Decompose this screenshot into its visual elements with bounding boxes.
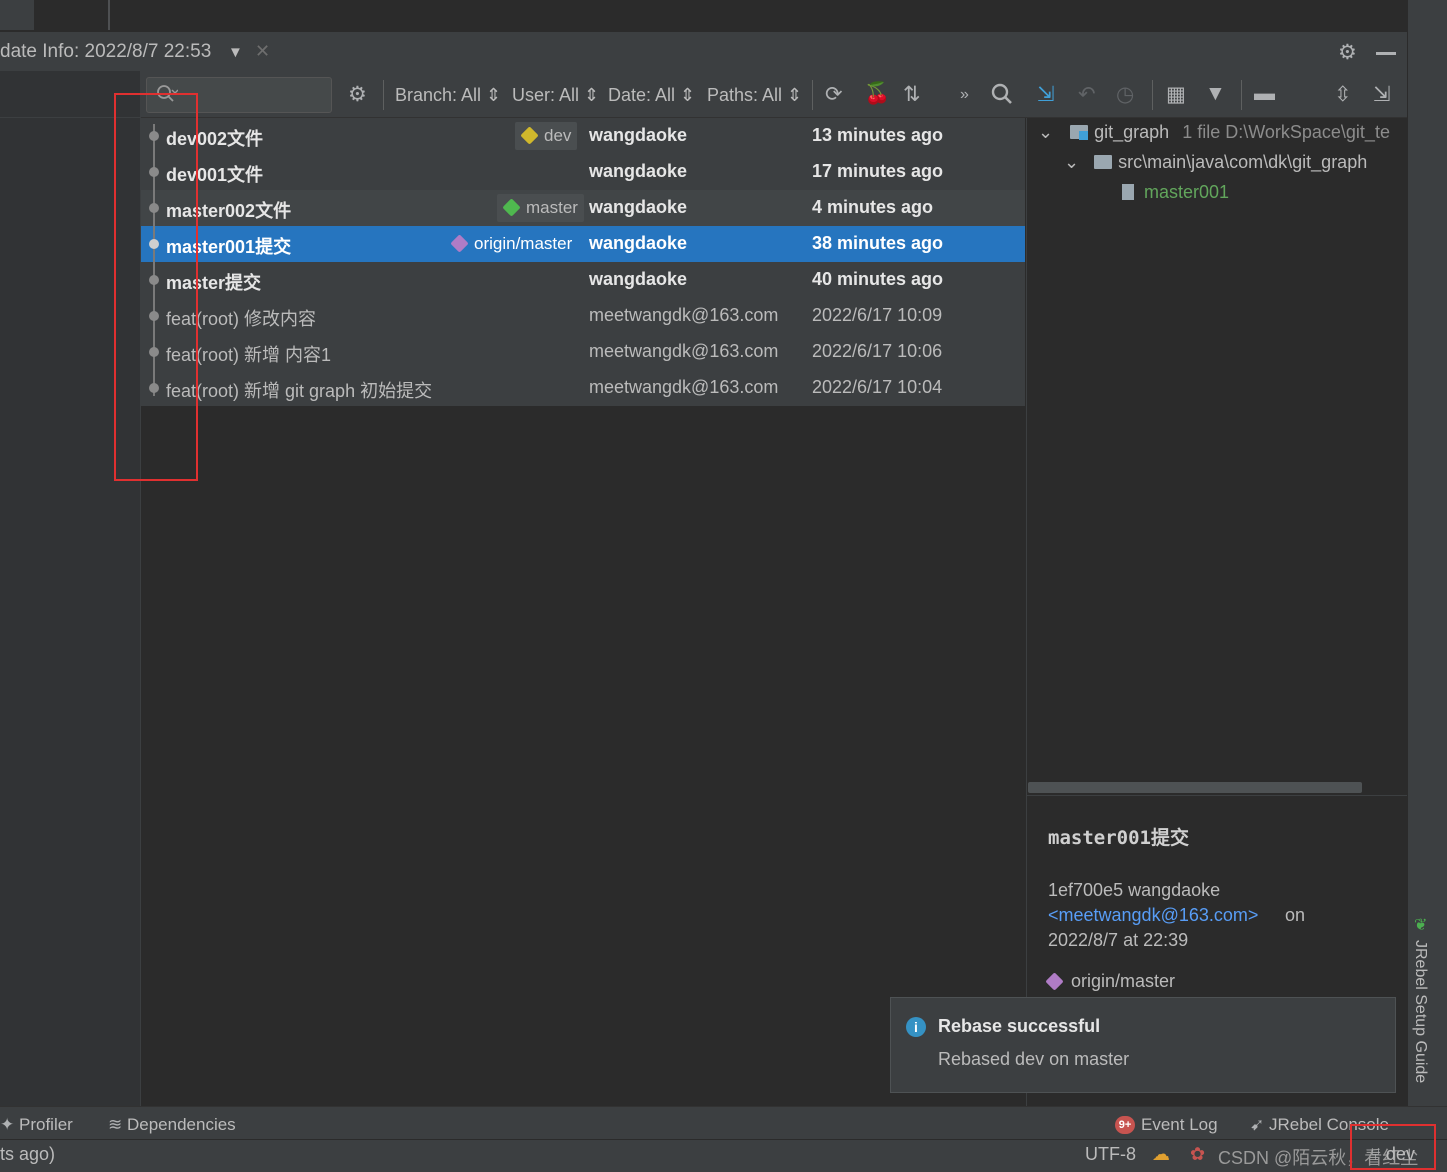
divider: [1152, 80, 1153, 110]
history-icon: ◷: [1116, 83, 1135, 106]
branch-tag: master: [497, 194, 584, 222]
settings-icon[interactable]: ⚙: [348, 82, 367, 107]
divider: [1241, 80, 1242, 110]
expand-all-icon[interactable]: ⇳: [1334, 82, 1352, 107]
event-log-tab[interactable]: Event Log: [1141, 1115, 1218, 1135]
close-icon[interactable]: ✕: [255, 41, 270, 62]
commit-author: wangdaoke: [589, 125, 688, 145]
commit-hash-author: 1ef700e5 wangdaoke: [1048, 880, 1221, 900]
jrebel-icon: ➹: [1250, 1115, 1265, 1134]
tree-package[interactable]: ⌄ src\main\java\com\dk\git_graph: [1064, 152, 1367, 173]
info-icon: i: [906, 1017, 926, 1037]
user-filter[interactable]: User: All ⇕: [512, 85, 599, 106]
collapse-all-icon[interactable]: ⇲: [1373, 82, 1391, 107]
plugin-icon[interactable]: ✿: [1190, 1144, 1205, 1165]
divider: [383, 80, 384, 110]
refresh-icon[interactable]: ⟳: [825, 82, 843, 107]
search-icon[interactable]: [990, 82, 1014, 112]
encoding-widget[interactable]: UTF-8: [1085, 1144, 1136, 1165]
module-folder-icon: [1070, 125, 1089, 140]
group-by-icon[interactable]: ▦: [1166, 82, 1186, 107]
commit-author: wangdaoke: [589, 161, 688, 181]
table-row[interactable]: dev002文件 dev wangdaoke 13 minutes ago: [141, 118, 1025, 154]
commit-date: 2022/6/17 10:09: [812, 305, 943, 325]
cloud-icon[interactable]: ☁: [1152, 1144, 1170, 1165]
commit-date: 40 minutes ago: [812, 269, 944, 289]
gear-icon[interactable]: ⚙: [1338, 40, 1357, 65]
divider: [812, 80, 813, 110]
tag-icon: [502, 198, 521, 217]
event-log-badge: 9+: [1115, 1116, 1135, 1134]
chevron-down-icon[interactable]: ⌄: [1064, 152, 1079, 172]
commit-author: meetwangdk@163.com: [589, 341, 779, 361]
commit-details-date: 2022/8/7 at 22:39: [1048, 930, 1189, 950]
tag-icon: [450, 234, 469, 253]
commit-author: wangdaoke: [589, 233, 688, 253]
table-row[interactable]: feat(root) 新增 git graph 初始提交 meetwangdk@…: [141, 370, 1025, 406]
profiler-tab[interactable]: ✦ Profiler: [0, 1115, 73, 1135]
commit-date: 38 minutes ago: [812, 233, 944, 253]
editor-tab-strip: [0, 0, 1407, 33]
tag-icon: [520, 126, 539, 145]
more-icon[interactable]: »: [960, 86, 969, 104]
merge-icon[interactable]: ⇲: [1037, 82, 1055, 107]
commit-date: 17 minutes ago: [812, 161, 944, 181]
commit-date: 13 minutes ago: [812, 125, 944, 145]
file-icon: [1122, 184, 1134, 200]
dependencies-tab[interactable]: ≋ Dependencies: [108, 1115, 236, 1135]
paths-filter[interactable]: Paths: All ⇕: [707, 85, 802, 106]
table-row[interactable]: feat(root) 新增 内容1 meetwangdk@163.com 202…: [141, 334, 1025, 370]
commit-details-title: master001提交: [1048, 827, 1189, 849]
commit-author: meetwangdk@163.com: [589, 305, 779, 325]
editor-tab[interactable]: [0, 0, 34, 30]
divider: [1027, 795, 1407, 796]
minimize-icon[interactable]: [1376, 52, 1396, 55]
commit-ref: origin/master: [1045, 971, 1175, 992]
commit-author: wangdaoke: [589, 269, 688, 289]
update-info-tab[interactable]: date Info: 2022/8/7 22:53: [0, 41, 211, 63]
sort-icon[interactable]: ⇅: [903, 82, 921, 107]
table-row[interactable]: feat(root) 修改内容 meetwangdk@163.com 2022/…: [141, 298, 1025, 334]
tree-file[interactable]: master001: [1122, 182, 1229, 203]
branch-tag: origin/master: [445, 230, 578, 258]
tag-icon: [1045, 972, 1064, 991]
profiler-icon: ✦: [0, 1115, 15, 1134]
notification-title: Rebase successful: [938, 1016, 1101, 1036]
chevron-down-icon[interactable]: ▼: [228, 44, 243, 61]
commit-author: meetwangdk@163.com: [589, 377, 779, 397]
layers-icon: ≋: [108, 1115, 123, 1134]
table-row[interactable]: dev001文件 wangdaoke 17 minutes ago: [141, 154, 1025, 190]
layout-icon[interactable]: ▬: [1254, 82, 1275, 106]
table-row[interactable]: master提交 wangdaoke 40 minutes ago: [141, 262, 1025, 298]
filter-icon[interactable]: ▼: [1205, 82, 1226, 106]
changes-pane: [1026, 118, 1408, 1106]
commit-date: 2022/6/17 10:06: [812, 341, 943, 361]
annotation-box: [1350, 1124, 1436, 1170]
horizontal-scrollbar[interactable]: [1028, 782, 1362, 793]
editor-tab-divider: [108, 0, 110, 30]
table-row[interactable]: master002文件 master wangdaoke 4 minutes a…: [141, 190, 1025, 226]
date-filter[interactable]: Date: All ⇕: [608, 85, 695, 106]
revert-icon: ↶: [1078, 83, 1096, 106]
commit-on-label: on: [1285, 905, 1306, 925]
jrebel-icon: ❦: [1414, 917, 1428, 934]
notification-body: Rebased dev on master: [938, 1049, 1130, 1069]
tree-root[interactable]: ⌄ git_graph 1 file D:\WorkSpace\git_te: [1038, 122, 1390, 143]
commit-date: 2022/6/17 10:04: [812, 377, 943, 397]
folder-icon: [1094, 155, 1113, 169]
notification-balloon[interactable]: [890, 997, 1396, 1093]
cherry-pick-icon[interactable]: 🍒: [864, 82, 890, 106]
branch-filter[interactable]: Branch: All ⇕: [395, 85, 501, 106]
branch-tag: dev: [515, 122, 578, 150]
jrebel-setup-guide-tab[interactable]: JRebel Setup Guide: [1411, 940, 1429, 1083]
commit-email-link[interactable]: <meetwangdk@163.com>: [1048, 905, 1258, 926]
table-row-selected[interactable]: master001提交 origin/master wangdaoke 38 m…: [141, 226, 1025, 262]
commit-date: 4 minutes ago: [812, 197, 934, 217]
annotation-box: [114, 93, 198, 481]
chevron-down-icon[interactable]: ⌄: [1038, 122, 1053, 142]
status-message: ts ago): [0, 1144, 56, 1164]
commit-message: feat(root) 新增 git graph 初始提交: [166, 381, 433, 401]
commit-author: wangdaoke: [589, 197, 688, 217]
